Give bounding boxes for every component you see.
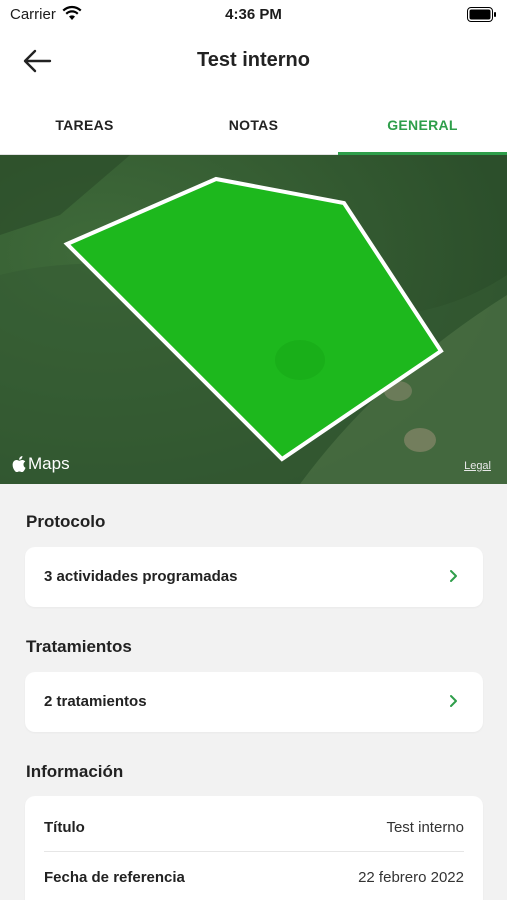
info-row-fecha: Fecha de referencia 22 febrero 2022	[44, 852, 464, 900]
info-value: Test interno	[386, 819, 464, 836]
info-value: 22 febrero 2022	[358, 869, 464, 886]
protocolo-row[interactable]: 3 actividades programadas	[25, 547, 483, 607]
info-row-titulo: Título Test interno	[44, 802, 464, 852]
tratamientos-row-label: 2 tratamientos	[44, 693, 147, 710]
navigation-bar: Test interno	[0, 30, 507, 94]
status-bar: Carrier 4:36 PM	[0, 0, 507, 30]
info-key: Título	[44, 819, 85, 836]
section-title-informacion: Información	[26, 762, 124, 781]
tab-general[interactable]: GENERAL	[338, 94, 507, 155]
section-title-protocolo: Protocolo	[26, 512, 106, 531]
info-key: Fecha de referencia	[44, 869, 185, 886]
legal-link[interactable]: Legal	[464, 460, 491, 472]
tratamientos-row[interactable]: 2 tratamientos	[25, 672, 483, 732]
protocolo-row-label: 3 actividades programadas	[44, 568, 238, 585]
maps-label: Maps	[28, 454, 70, 473]
general-content: Protocolo 3 actividades programadas Trat…	[0, 484, 507, 900]
satellite-map-image	[0, 155, 507, 484]
chevron-right-icon	[449, 569, 459, 588]
tab-bar: TAREAS NOTAS GENERAL	[0, 94, 507, 155]
section-title-tratamientos: Tratamientos	[26, 637, 132, 656]
page-title: Test interno	[197, 49, 310, 71]
apple-maps-logo: Maps	[12, 454, 70, 474]
apple-logo-icon	[12, 456, 26, 472]
informacion-card: Título Test interno Fecha de referencia …	[25, 796, 483, 900]
tab-notas[interactable]: NOTAS	[169, 94, 338, 154]
clock: 4:36 PM	[225, 6, 282, 23]
field-map[interactable]: Maps Legal	[0, 155, 507, 484]
tab-tareas[interactable]: TAREAS	[0, 94, 169, 154]
battery-icon	[467, 7, 497, 26]
chevron-right-icon	[449, 694, 459, 713]
